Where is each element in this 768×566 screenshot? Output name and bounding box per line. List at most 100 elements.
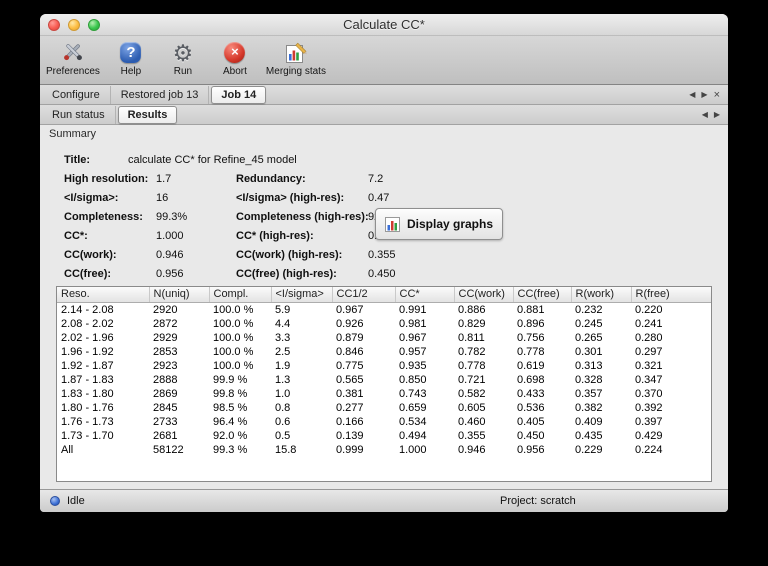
table-row[interactable]: 1.80 - 1.76 2845 98.5 % 0.8 0.277 0.659 0.605 0… bbox=[57, 401, 711, 415]
summary-label: Completeness (high-res): bbox=[236, 210, 369, 223]
table-cell: 1.76 - 1.73 bbox=[61, 415, 114, 428]
table-cell: 15.8 bbox=[275, 443, 297, 456]
table-cell: 58122 bbox=[153, 443, 184, 456]
tab-run-status[interactable]: Run status bbox=[42, 105, 116, 124]
table-cell: 0.879 bbox=[336, 331, 364, 344]
traffic-lights bbox=[48, 19, 100, 31]
table-cell: 0.926 bbox=[336, 317, 364, 330]
table-cell: 1.80 - 1.76 bbox=[61, 401, 114, 414]
table-cell: 0.241 bbox=[635, 317, 663, 330]
table-cell: 2.5 bbox=[275, 345, 291, 358]
table-cell: All bbox=[61, 443, 74, 456]
merging-stats-button[interactable]: Merging stats bbox=[266, 39, 326, 77]
table-cell: 0.328 bbox=[575, 373, 603, 386]
tab-results[interactable]: Results bbox=[117, 105, 178, 124]
table-cell: 0.956 bbox=[517, 443, 545, 456]
tab-close-button[interactable]: × bbox=[714, 89, 720, 100]
table-row[interactable]: 1.87 - 1.83 2888 99.9 % 1.3 0.565 0.850 0.721 0… bbox=[57, 373, 711, 387]
summary-label: CC(free) (high-res): bbox=[236, 267, 337, 280]
tab-scroll-right-button[interactable]: ▶ bbox=[701, 90, 707, 99]
summary-section: Title: calculate CC* for Refine_45 model… bbox=[56, 150, 712, 290]
column-header[interactable]: CC* bbox=[395, 287, 455, 303]
subtab-scroll-left-button[interactable]: ◀ bbox=[702, 110, 708, 119]
table-row[interactable]: 2.08 - 2.02 2872 100.0 % 4.4 0.926 0.981 0.829… bbox=[57, 317, 711, 331]
summary-label: CC(work): bbox=[64, 248, 117, 261]
table-cell: 1.3 bbox=[275, 373, 291, 386]
column-header[interactable]: Compl. bbox=[209, 287, 272, 303]
table-row[interactable]: 2.02 - 1.96 2929 100.0 % 3.3 0.879 0.967 0.811… bbox=[57, 331, 711, 345]
tab-job-14[interactable]: Job 14 bbox=[211, 85, 267, 104]
display-graphs-label: Display graphs bbox=[406, 217, 494, 231]
table-cell: 99.8 % bbox=[213, 387, 248, 400]
table-cell: 0.582 bbox=[458, 387, 486, 400]
table-cell: 1.73 - 1.70 bbox=[61, 429, 114, 442]
results-table-container: Reso. N(uniq) Compl. <I/sigma> CC1/2 CC* CC(wo… bbox=[56, 286, 712, 482]
table-cell: 0.5 bbox=[275, 429, 291, 442]
column-header[interactable]: CC1/2 bbox=[332, 287, 396, 303]
table-cell: 0.321 bbox=[635, 359, 663, 372]
abort-button[interactable]: × Abort bbox=[214, 39, 256, 77]
display-graphs-button[interactable]: Display graphs bbox=[375, 208, 503, 240]
close-button[interactable] bbox=[48, 19, 60, 31]
column-header[interactable]: Reso. bbox=[57, 287, 150, 303]
table-row[interactable]: 1.76 - 1.73 2733 96.4 % 0.6 0.166 0.534 0.460 0… bbox=[57, 415, 711, 429]
help-button[interactable]: ? Help bbox=[110, 39, 152, 77]
table-cell: 2872 bbox=[153, 317, 178, 330]
table-row[interactable]: 1.92 - 1.87 2923 100.0 % 1.9 0.775 0.935 0.778… bbox=[57, 359, 711, 373]
table-cell: 3.3 bbox=[275, 331, 291, 344]
tab-nav-controls: ◀ ▶ × bbox=[689, 89, 728, 100]
table-cell: 0.166 bbox=[336, 415, 364, 428]
column-header[interactable]: R(work) bbox=[571, 287, 632, 303]
table-row[interactable]: All 58122 99.3 % 15.8 0.999 1.000 0.946 0.956 0.… bbox=[57, 443, 711, 457]
table-cell: 2845 bbox=[153, 401, 178, 414]
run-button[interactable]: ⚙ Run bbox=[162, 39, 204, 78]
summary-title-label: Title: bbox=[64, 153, 91, 166]
subtab-scroll-right-button[interactable]: ▶ bbox=[714, 110, 720, 119]
summary-label: Redundancy: bbox=[236, 172, 306, 185]
table-cell: 5.9 bbox=[275, 303, 291, 316]
status-indicator-icon bbox=[50, 496, 60, 506]
table-row[interactable]: 2.14 - 2.08 2920 100.0 % 5.9 0.967 0.991 0.886… bbox=[57, 302, 711, 317]
minimize-button[interactable] bbox=[68, 19, 80, 31]
column-header[interactable]: R(free) bbox=[631, 287, 711, 303]
summary-value: 7.2 bbox=[368, 172, 384, 185]
table-row[interactable]: 1.96 - 1.92 2853 100.0 % 2.5 0.846 0.957 0.782… bbox=[57, 345, 711, 359]
table-cell: 0.245 bbox=[575, 317, 603, 330]
table-row[interactable]: 1.83 - 1.80 2869 99.8 % 1.0 0.381 0.743 0.582 0… bbox=[57, 387, 711, 401]
summary-label: <I/sigma>: bbox=[64, 191, 119, 204]
table-cell: 0.886 bbox=[458, 303, 486, 316]
table-cell: 100.0 % bbox=[213, 345, 254, 358]
column-header[interactable]: N(uniq) bbox=[149, 287, 210, 303]
table-row[interactable]: 1.73 - 1.70 2681 92.0 % 0.5 0.139 0.494 0.355 0… bbox=[57, 429, 711, 443]
table-cell: 0.355 bbox=[458, 429, 486, 442]
column-header[interactable]: CC(free) bbox=[513, 287, 572, 303]
toolbar: Preferences ? Help ⚙ Run × Abort Merging… bbox=[40, 36, 728, 85]
table-cell: 4.4 bbox=[275, 317, 291, 330]
zoom-button[interactable] bbox=[88, 19, 100, 31]
summary-label: CC*: bbox=[64, 229, 88, 242]
toolbar-button-label: Merging stats bbox=[265, 66, 326, 77]
table-cell: 0.536 bbox=[517, 401, 545, 414]
titlebar[interactable]: Calculate CC* bbox=[40, 14, 728, 36]
toolbar-button-label: Preferences bbox=[46, 66, 100, 77]
table-cell: 0.881 bbox=[517, 303, 545, 316]
table-cell: 0.313 bbox=[575, 359, 603, 372]
table-cell: 2929 bbox=[153, 331, 178, 344]
toolbar-button-label: Help bbox=[120, 66, 142, 77]
table-cell: 0.6 bbox=[275, 415, 291, 428]
preferences-button[interactable]: Preferences bbox=[46, 39, 100, 77]
summary-value: 0.946 bbox=[156, 248, 184, 261]
table-cell: 0.782 bbox=[458, 345, 486, 358]
table-cell: 92.0 % bbox=[213, 429, 248, 442]
run-icon: ⚙ bbox=[172, 39, 194, 66]
tab-configure[interactable]: Configure bbox=[42, 85, 111, 104]
table-cell: 100.0 % bbox=[213, 303, 254, 316]
column-header[interactable]: <I/sigma> bbox=[271, 287, 333, 303]
tab-restored-job-13[interactable]: Restored job 13 bbox=[111, 85, 210, 104]
column-header[interactable]: CC(work) bbox=[454, 287, 514, 303]
table-cell: 1.0 bbox=[275, 387, 291, 400]
tab-scroll-left-button[interactable]: ◀ bbox=[689, 90, 695, 99]
table-cell: 0.775 bbox=[336, 359, 364, 372]
table-cell: 0.297 bbox=[635, 345, 663, 358]
table-cell: 100.0 % bbox=[213, 331, 254, 344]
